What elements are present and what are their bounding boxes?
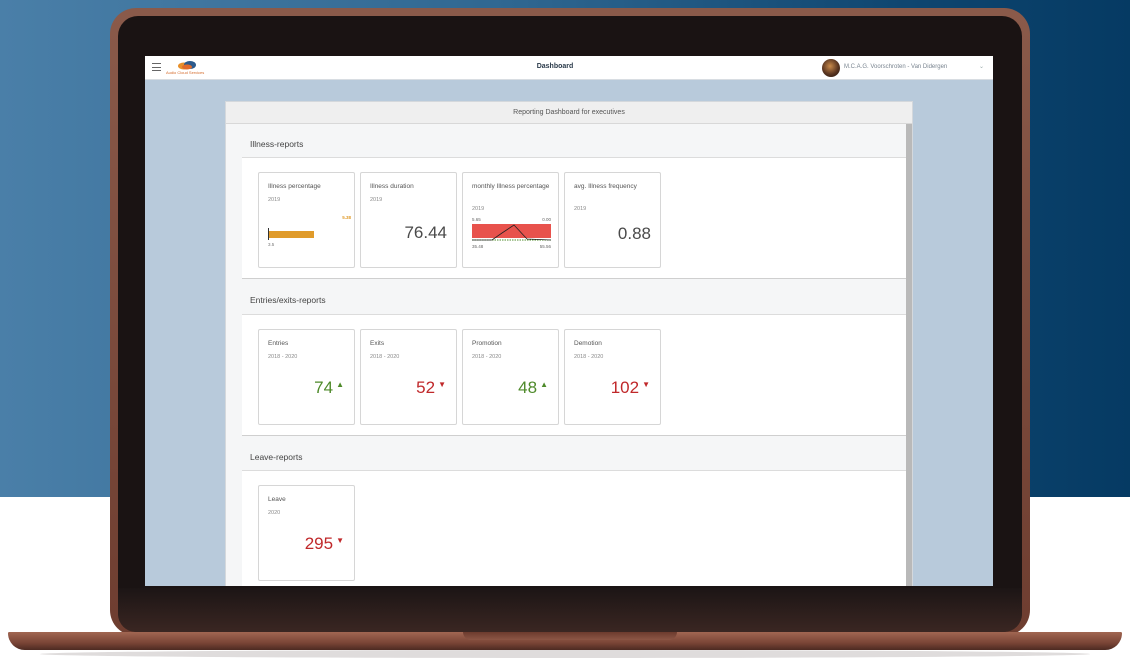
user-avatar[interactable] (822, 59, 840, 77)
section-title-leave: Leave-reports (250, 452, 303, 462)
kpi-value: 102 ▼ (611, 378, 650, 398)
bar-min-label: 3.5 (268, 242, 275, 247)
marketing-scene: Audio Cloud Services Dashboard M.C.A.G. … (0, 0, 1130, 661)
app-topbar: Audio Cloud Services Dashboard M.C.A.G. … (145, 56, 993, 80)
chevron-down-icon[interactable]: ⌄ (979, 63, 984, 70)
tile-title: Exits (370, 340, 385, 347)
tile-period: 2018 - 2020 (574, 354, 604, 360)
section-entries: Entries 2018 - 2020 74 ▲ Exits 2018 - 202… (242, 315, 906, 435)
kpi-number: 295 (304, 534, 334, 553)
tile-title: Illness percentage (268, 183, 321, 190)
chart-y-top-label: 5.65 (472, 217, 481, 222)
company-logo[interactable]: Audio Cloud Services (166, 61, 222, 75)
tile-title: Illness duration (370, 183, 414, 190)
section-divider (242, 278, 906, 279)
tile-monthly-illness[interactable]: monthly Illness percentage 2019 5.65 0.0… (462, 172, 559, 268)
hamburger-menu-icon[interactable] (152, 63, 161, 71)
tile-leave[interactable]: Leave 2020 295 ▼ (258, 485, 355, 581)
section-title-illness: Illness-reports (250, 139, 304, 149)
bar-value-label: 5.38 (342, 215, 351, 220)
chart-band (472, 224, 551, 238)
section-divider (242, 435, 906, 436)
laptop-screen: Audio Cloud Services Dashboard M.C.A.G. … (145, 56, 993, 586)
tile-year: 2019 (472, 206, 485, 212)
panel-scrollbar[interactable] (906, 124, 912, 586)
cloud-logo-icon (178, 61, 196, 70)
page-title: Dashboard (536, 63, 574, 70)
tile-title: Entries (268, 340, 289, 347)
kpi-value: 295 ▼ (305, 534, 344, 554)
tile-title: Leave (268, 496, 286, 503)
tile-exits[interactable]: Exits 2018 - 2020 52 ▼ (360, 329, 457, 425)
tile-year: 2019 (370, 197, 383, 203)
section-leave: Leave 2020 295 ▼ (242, 471, 906, 586)
arrow-down-icon: ▼ (438, 380, 446, 389)
tile-value: 76.44 (404, 223, 447, 242)
tile-title: Promotion (472, 340, 502, 347)
tile-period: 2018 - 2020 (268, 354, 298, 360)
tile-title: avg. Illness frequency (574, 183, 637, 190)
tile-entries[interactable]: Entries 2018 - 2020 74 ▲ (258, 329, 355, 425)
tile-illness-frequency[interactable]: avg. Illness frequency 2019 0.88 (564, 172, 661, 268)
logo-text: Audio Cloud Services (166, 70, 205, 75)
user-name[interactable]: M.C.A.G. Voorschroten - Van Didergen (844, 64, 947, 70)
tile-illness-duration[interactable]: Illness duration 2019 76.44 (360, 172, 457, 268)
kpi-number: 48 (518, 378, 538, 397)
laptop-base-notch (463, 632, 677, 640)
kpi-value: 74 ▲ (314, 378, 344, 398)
tile-title: Demotion (574, 340, 602, 347)
tile-period: 2020 (268, 510, 281, 516)
tile-illness-percentage[interactable]: Illness percentage 2019 5.38 3.5 (258, 172, 355, 268)
arrow-up-icon: ▲ (540, 380, 548, 389)
bar-fill (269, 231, 314, 238)
kpi-number: 102 (610, 378, 640, 397)
kpi-number: 74 (314, 378, 334, 397)
mini-line-chart: 5.65 0.00 35.48 55.56 (472, 217, 551, 251)
tile-demotion[interactable]: Demotion 2018 - 2020 102 ▼ (564, 329, 661, 425)
section-illness: Illness percentage 2019 5.38 3.5 Illness… (242, 158, 906, 278)
kpi-value: 48 ▲ (518, 378, 548, 398)
tile-promotion[interactable]: Promotion 2018 - 2020 48 ▲ (462, 329, 559, 425)
laptop-shadow (40, 650, 1090, 658)
section-title-entries: Entries/exits-reports (250, 295, 326, 305)
chart-y-right-label: 0.00 (542, 217, 551, 222)
arrow-down-icon: ▼ (336, 536, 344, 545)
arrow-down-icon: ▼ (642, 380, 650, 389)
tile-value: 0.88 (617, 224, 651, 243)
tile-period: 2018 - 2020 (472, 354, 502, 360)
tile-period: 2018 - 2020 (370, 354, 400, 360)
chart-x-left-label: 35.48 (472, 244, 484, 249)
tile-title: monthly Illness percentage (472, 183, 550, 190)
bullet-bar (268, 228, 345, 240)
kpi-number: 52 (416, 378, 436, 397)
laptop-chin (118, 588, 1022, 632)
panel-header: Reporting Dashboard for executives (226, 102, 912, 124)
dashboard-panel: Reporting Dashboard for executives Illne… (225, 101, 913, 586)
tile-year: 2019 (268, 197, 281, 203)
chart-plot (472, 224, 551, 241)
arrow-up-icon: ▲ (336, 380, 344, 389)
kpi-value: 52 ▼ (416, 378, 446, 398)
tile-year: 2019 (574, 206, 587, 212)
chart-x-right-label: 55.56 (539, 244, 551, 249)
